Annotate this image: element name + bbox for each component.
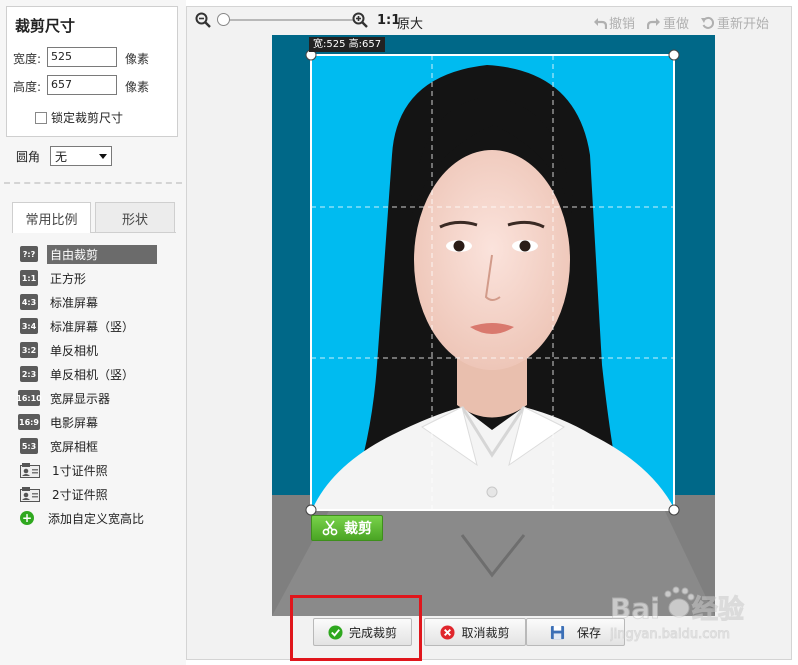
ratio-item-2-3[interactable]: 2:3 单反相机（竖） (20, 364, 180, 384)
restart-label: 重新开始 (717, 17, 770, 32)
ratio-badge: 5:3 (20, 438, 38, 454)
undo-button[interactable]: 撤销 (593, 13, 635, 32)
ratio-label: 宽屏显示器 (50, 391, 111, 406)
ratio-tabs: 常用比例 形状 (12, 202, 176, 233)
original-size-button[interactable]: 原大 (397, 13, 423, 32)
ratio-badge: 3:2 (20, 342, 38, 358)
ratio-label: 添加自定义宽高比 (48, 511, 145, 526)
redo-button[interactable]: 重做 (647, 13, 689, 32)
id-card-icon (20, 487, 40, 502)
height-label: 高度: (13, 80, 42, 94)
crop-button-label: 裁剪 (344, 521, 372, 537)
zoom-slider-thumb[interactable] (217, 13, 230, 26)
width-unit: 像素 (125, 52, 150, 66)
lock-size-row[interactable]: 锁定裁剪尺寸 (35, 109, 123, 126)
crop-size-title: 裁剪尺寸 (15, 17, 76, 35)
chevron-down-icon (99, 153, 108, 159)
ratio-item-1-inch-photo[interactable]: 1寸证件照 (20, 460, 180, 480)
lock-size-checkbox[interactable] (35, 111, 47, 124)
width-input[interactable]: 525 (47, 47, 117, 67)
ratio-label: 标准屏幕（竖） (50, 319, 135, 334)
svg-text:jingyan.baidu.com: jingyan.baidu.com (610, 627, 730, 642)
save-icon (550, 625, 565, 639)
ratio-label: 宽屏相框 (50, 439, 99, 454)
ratio-label: 正方形 (50, 271, 87, 286)
image-canvas[interactable]: 宽:525 高:657 裁剪 (272, 35, 715, 616)
scissors-icon (322, 520, 338, 536)
crop-button[interactable]: 裁剪 (311, 515, 383, 541)
ratio-label: 电影屏幕 (50, 415, 99, 430)
cancel-crop-label: 取消裁剪 (461, 625, 510, 640)
cancel-icon (440, 624, 456, 640)
undo-label: 撤销 (609, 17, 636, 32)
width-label: 宽度: (13, 52, 42, 66)
corner-label: 圆角 (16, 149, 41, 164)
baidu-paw-logo: Bai 经验 jingyan.baidu.com (609, 586, 745, 643)
redo-icon (647, 17, 660, 29)
ratio-item-5-3[interactable]: 5:3 宽屏相框 (20, 436, 180, 456)
crop-dimension-label: 宽:525 高:657 (309, 37, 386, 52)
highlight-frame (290, 595, 422, 661)
redo-label: 重做 (663, 17, 690, 32)
ratio-item-2-inch-photo[interactable]: 2寸证件照 (20, 484, 180, 504)
lock-size-label: 锁定裁剪尺寸 (51, 111, 124, 125)
height-input[interactable]: 657 (47, 75, 117, 95)
ratio-badge: 16:9 (18, 414, 40, 430)
left-panel: 裁剪尺寸 宽度: 525 像素 高度: 657 像素 锁定裁剪尺寸 圆角 无 常… (0, 0, 186, 665)
ratio-item-16-9[interactable]: 16:9 电影屏幕 (18, 412, 180, 432)
cancel-crop-button[interactable]: 取消裁剪 (424, 618, 526, 646)
ratio-badge: ?:? (20, 246, 38, 262)
undo-icon (594, 17, 607, 29)
ratio-label: 单反相机 (50, 343, 99, 358)
ratio-label: 2寸证件照 (52, 487, 108, 502)
id-card-icon (20, 463, 40, 478)
restart-icon (701, 16, 715, 29)
ratio-label: 单反相机（竖） (50, 367, 135, 382)
restart-button[interactable]: 重新开始 (701, 13, 769, 32)
ratio-label: 自由裁剪 (47, 244, 157, 264)
editor-main: 1:1 原大 撤销 重做 重新开始 宽:525 高:657 裁剪 (186, 6, 792, 660)
corner-value: 无 (55, 149, 68, 164)
corner-row: 圆角 无 (16, 146, 113, 166)
crop-size-panel: 裁剪尺寸 宽度: 525 像素 高度: 657 像素 锁定裁剪尺寸 (6, 6, 178, 137)
divider (4, 182, 182, 184)
toolbar: 1:1 原大 撤销 重做 重新开始 (187, 7, 793, 35)
ratio-item-square[interactable]: 1:1 正方形 (20, 268, 180, 288)
zoom-out-icon[interactable] (195, 12, 211, 28)
ratio-item-add-custom[interactable]: + 添加自定义宽高比 (20, 508, 180, 528)
ratio-item-free[interactable]: ?:? 自由裁剪 (20, 244, 180, 264)
ratio-label: 1寸证件照 (52, 463, 108, 478)
ratio-badge: 4:3 (20, 294, 38, 310)
ratio-label: 标准屏幕 (50, 295, 99, 310)
height-unit: 像素 (125, 80, 150, 94)
ratio-item-3-2[interactable]: 3:2 单反相机 (20, 340, 180, 360)
baidu-watermark: Bai 经验 jingyan.baidu.com (609, 584, 760, 647)
zoom-in-icon[interactable] (352, 12, 368, 28)
tab-common-ratio[interactable]: 常用比例 (12, 202, 91, 233)
svg-text:经验: 经验 (692, 594, 744, 625)
ratio-badge: 16:10 (16, 390, 42, 406)
ratio-item-4-3[interactable]: 4:3 标准屏幕 (20, 292, 180, 312)
save-label: 保存 (576, 625, 601, 640)
zoom-slider[interactable] (223, 19, 353, 21)
svg-text:Bai: Bai (610, 592, 660, 625)
ratio-badge: 2:3 (20, 366, 38, 382)
corner-select[interactable]: 无 (50, 146, 113, 166)
tab-shape[interactable]: 形状 (95, 202, 175, 233)
ratio-badge: 3:4 (20, 318, 38, 334)
plus-icon: + (20, 511, 34, 525)
ratio-item-3-4[interactable]: 3:4 标准屏幕（竖） (20, 316, 180, 336)
ratio-badge: 1:1 (20, 270, 38, 286)
ratio-item-16-10[interactable]: 16:10 宽屏显示器 (16, 388, 180, 408)
